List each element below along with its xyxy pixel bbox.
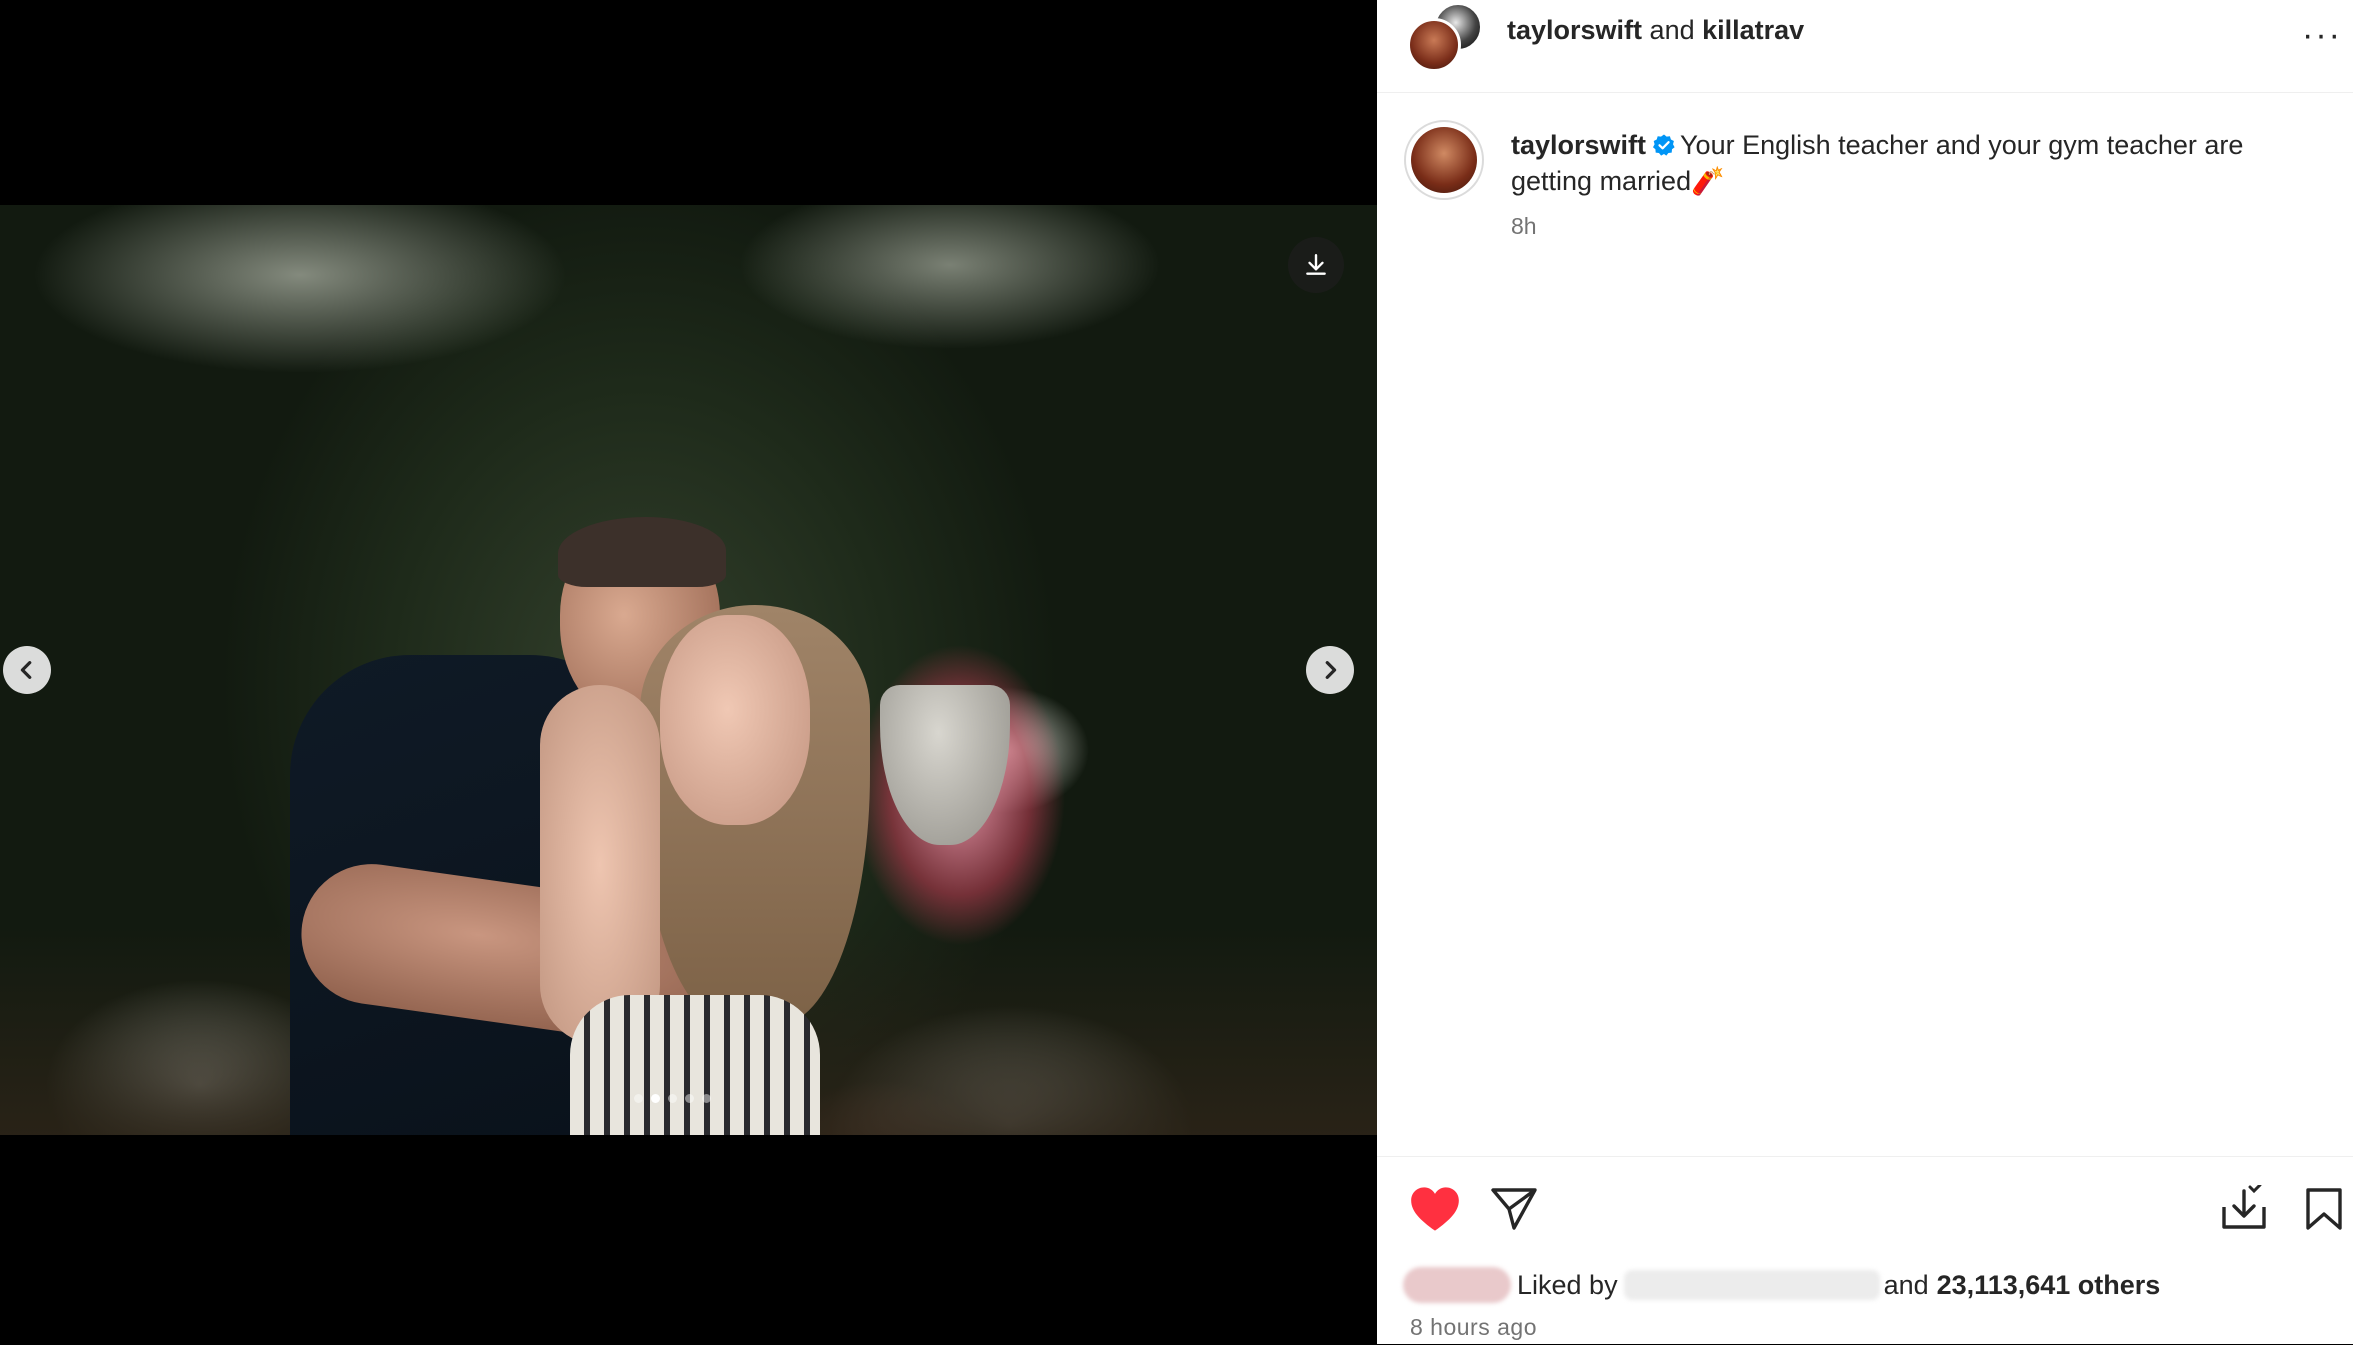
carousel-dot	[634, 1094, 643, 1103]
flower-urn	[880, 685, 1010, 845]
likes-summary: Liked by and 23,113,641 others	[1403, 1267, 2160, 1303]
avatar-image	[1411, 127, 1477, 193]
post-time-ago[interactable]: 8 hours ago	[1410, 1314, 1537, 1341]
send-icon[interactable]	[1490, 1187, 1538, 1231]
bookmark-icon[interactable]	[2304, 1187, 2344, 1231]
carousel-indicator	[634, 1094, 711, 1103]
woman-dress	[570, 995, 820, 1135]
download-icon	[1306, 254, 1326, 275]
action-bar: Liked by and 23,113,641 others 8 hours a…	[1377, 1156, 2353, 1345]
man-hair	[558, 517, 726, 587]
caption-timestamp[interactable]: 8h	[1511, 213, 1537, 240]
likes-count-link[interactable]: 23,113,641 others	[1937, 1270, 2161, 1301]
post-photo[interactable]	[0, 205, 1377, 1135]
heart-filled-icon[interactable]	[1409, 1185, 1461, 1233]
likes-connector: and	[1883, 1269, 1929, 1300]
post-authors: taylorswift and killatrav	[1507, 15, 1804, 46]
liked-by-label: Liked by	[1517, 1269, 1618, 1300]
chevron-right-icon	[1325, 661, 1337, 679]
verified-badge-icon	[1653, 134, 1675, 156]
liker-name-blurred[interactable]	[1623, 1270, 1880, 1300]
woman-head	[660, 615, 810, 825]
download-button[interactable]	[1288, 237, 1344, 293]
post-sidebar: taylorswift and killatrav ··· taylorswif…	[1377, 0, 2353, 1344]
avatar-taylorswift[interactable]	[1407, 18, 1461, 72]
post-caption: taylorswift Your English teacher and your…	[1511, 127, 2311, 199]
firecracker-emoji: 🧨	[1691, 166, 1725, 196]
download-tray-icon[interactable]	[2220, 1185, 2268, 1231]
carousel-next-button[interactable]	[1306, 646, 1354, 694]
carousel-dot	[685, 1094, 694, 1103]
chevron-left-icon	[20, 661, 32, 679]
author-link-secondary[interactable]: killatrav	[1702, 15, 1804, 45]
author-connector: and	[1649, 15, 1695, 45]
media-viewer	[0, 0, 1377, 1344]
woman-arm	[540, 685, 660, 1045]
more-horizontal-icon: ···	[2302, 16, 2342, 54]
post-header: taylorswift and killatrav ···	[1377, 0, 2353, 93]
caption-avatar[interactable]	[1404, 120, 1484, 200]
caption-username[interactable]: taylorswift	[1511, 130, 1646, 160]
collab-avatars[interactable]	[1407, 2, 1483, 72]
carousel-dot	[668, 1094, 677, 1103]
author-link-primary[interactable]: taylorswift	[1507, 15, 1642, 45]
carousel-dot-active	[651, 1094, 660, 1103]
caption-text-line2: getting married	[1511, 166, 1692, 196]
liker-avatar-blurred[interactable]	[1403, 1267, 1511, 1303]
carousel-prev-button[interactable]	[3, 646, 51, 694]
caption-text-line1: Your English teacher and your gym teache…	[1680, 130, 2244, 160]
more-options-button[interactable]: ···	[2302, 16, 2342, 55]
carousel-dot	[702, 1094, 711, 1103]
